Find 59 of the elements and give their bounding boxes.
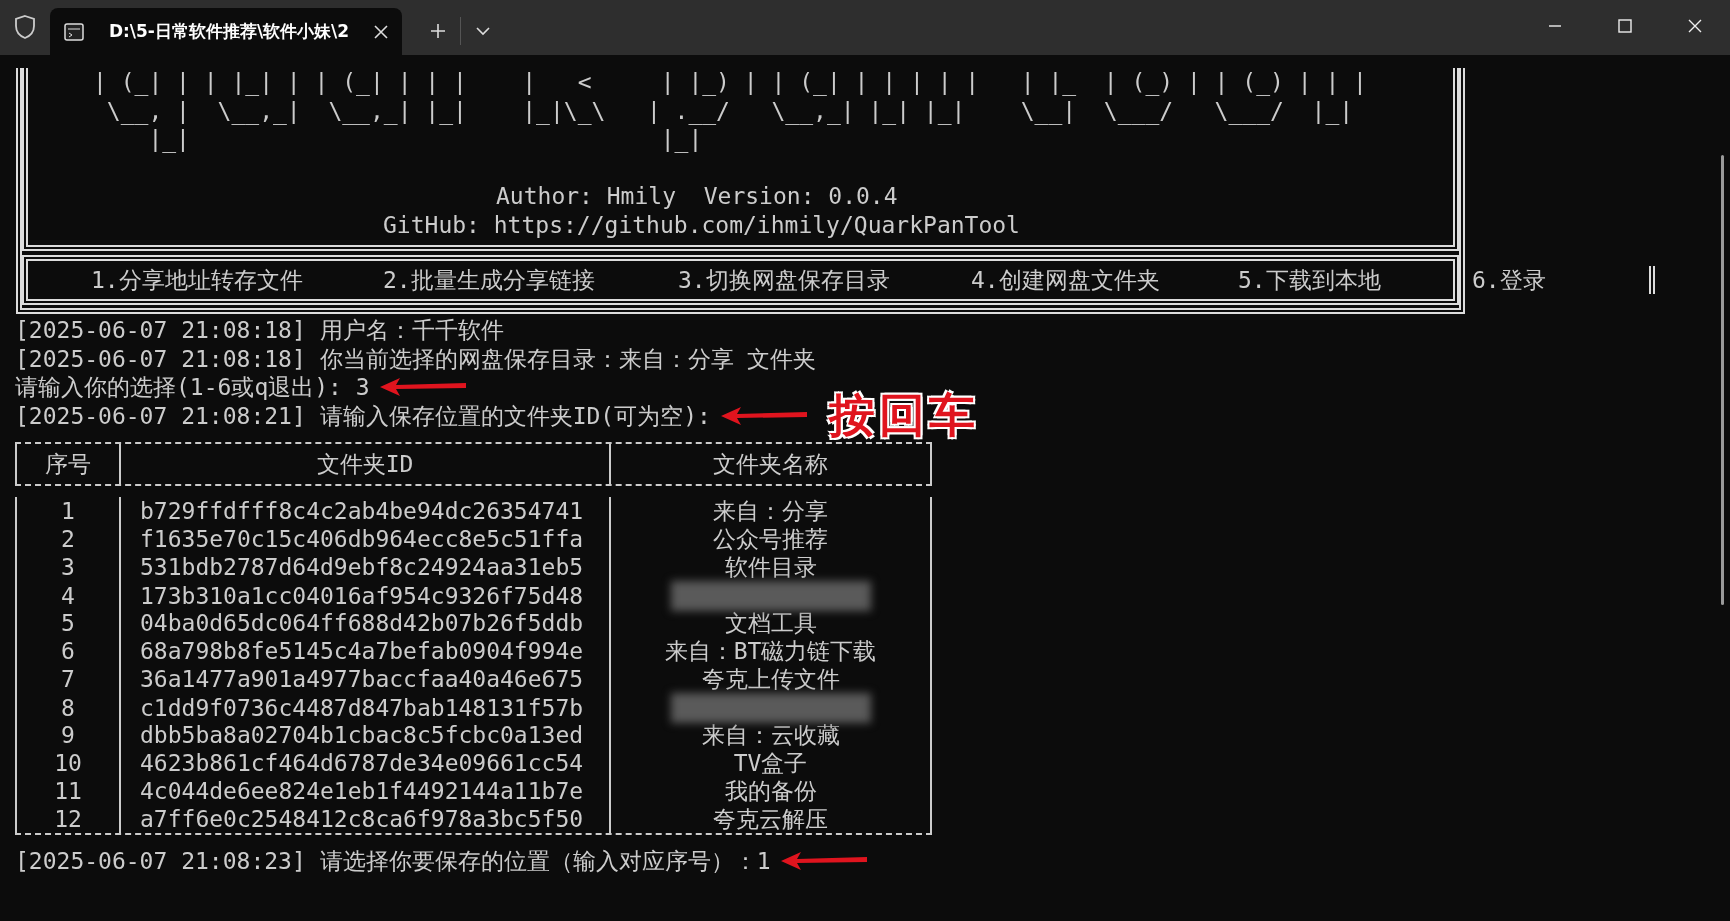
table-cell: 4623b861cf464d6787de34e09661cc54 (119, 749, 609, 778)
table-cell: 04ba0d65dc064ff688d42b07b26f5ddb (119, 609, 609, 638)
author-version-text: Author: Hmily Version: 0.0.4 (496, 182, 898, 211)
table-cell: 9 (15, 721, 119, 750)
menu-option: 3.切换网盘保存目录 (678, 265, 971, 295)
table-cell: a7ff6e0c2548412c8ca6f978a3bc5f50 (119, 805, 609, 834)
table-cell: 我的备份 (609, 777, 932, 806)
column-header: 序号 (15, 444, 119, 484)
ascii-art-line: |_| |_| (147, 125, 703, 154)
table-cell: 6 (15, 637, 119, 666)
table-cell: 12 (15, 805, 119, 834)
table-cell: 1 (15, 497, 119, 526)
table-cell: 4c044de6ee824e1eb1f4492144a11b7e (119, 777, 609, 806)
table-cell: 11 (15, 777, 119, 806)
table-cell: 3 (15, 553, 119, 582)
terminal-tab[interactable]: D:\5-日常软件推荐\软件小妹\2 (50, 8, 402, 55)
log-line: [2025-06-07 21:08:18] 用户名：千千软件 (15, 316, 504, 345)
menu-option: 5.下载到本地 (1238, 265, 1472, 295)
column-header: 文件夹ID (119, 444, 609, 484)
table-cell: 531bdb2787d64d9ebf8c24924aa31eb5 (119, 553, 609, 582)
table-cell: TV盒子 (609, 749, 932, 778)
table-cell: dbb5ba8a02704b1cbac8c5fcbc0a13ed (119, 721, 609, 750)
table-cell: 36a1477a901a4977baccfaa40a46e675 (119, 665, 609, 694)
table-cell: 夸克云解压 (609, 805, 932, 834)
table-cell: 来自：分享 (609, 497, 932, 526)
table-cell: 公众号推荐 (609, 525, 932, 554)
table-cell: b729ffdfff8c4c2ab4be94dc26354741 (119, 497, 609, 526)
ascii-art-line: | (_| | | |_| | | (_| | | | | < | |_) | | (_| | | | | | | |_ | (_) | | (_) | | | (93, 68, 1367, 97)
table-cell: 来自：云收藏 (609, 721, 932, 750)
double-bar-mark (1649, 265, 1655, 294)
table-cell: c1dd9f0736c4487d847bab148131f57b (119, 693, 609, 723)
table-cell: 8 (15, 693, 119, 723)
ascii-art-line: \__, | \__,_| \__,_| |_| |_|\_\ | .__/ \__,_| |_| |_| \__| \___/ \___/ |_| (105, 96, 1354, 125)
table-cell: 10 (15, 749, 119, 778)
menu-option: 6.登录 (1472, 265, 1649, 295)
shield-icon[interactable] (14, 15, 36, 39)
table-cell: 文档工具 (609, 609, 932, 638)
table-cell: 4 (15, 581, 119, 611)
log-line: 请输入你的选择(1-6或q退出): 3 (15, 373, 370, 402)
table-cell: 5 (15, 609, 119, 638)
log-line: [2025-06-07 21:08:21] 请输入保存位置的文件夹ID(可为空): (15, 401, 711, 430)
annotation-text: 按回车 (828, 387, 979, 444)
menu-option: 1.分享地址转存文件 (91, 265, 383, 295)
menu-option: 2.批量生成分享链接 (383, 265, 678, 295)
table-cell: 2 (15, 525, 119, 554)
column-header: 文件夹名称 (609, 444, 932, 484)
log-line: [2025-06-07 21:08:18] 你当前选择的网盘保存目录：来自：分享 文件夹 (15, 344, 817, 373)
table-cell: 7 (15, 665, 119, 694)
log-line: [2025-06-07 21:08:23] 请选择你要保存的位置（输入对应序号）：1 (15, 847, 771, 876)
table-cell: 68a798b8fe5145c4a7befab0904f994e (119, 637, 609, 666)
scrollbar[interactable] (1721, 155, 1724, 605)
menu-option: 4.创建网盘文件夹 (971, 265, 1238, 295)
new-tab-icon[interactable] (430, 23, 446, 39)
table-cell: 173b310a1cc04016af954c9326f75d48 (119, 581, 609, 611)
close-tab-icon[interactable] (374, 24, 388, 39)
github-text: GitHub: https://github.com/ihmily/QuarkPanTool (383, 210, 1020, 239)
command-prompt-icon (64, 22, 84, 41)
table-cell: f1635e70c15c406db964ecc8e5c51ffa (119, 525, 609, 554)
table-cell: 来自：BT磁力链下载 (609, 637, 932, 666)
